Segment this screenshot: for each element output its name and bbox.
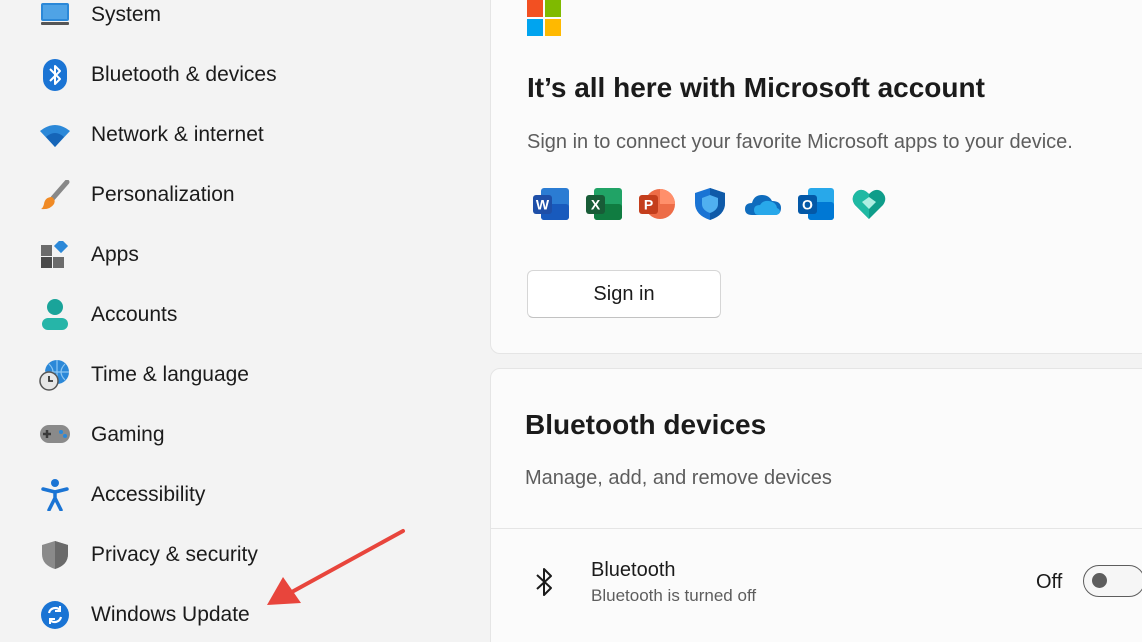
person-icon — [38, 298, 72, 332]
svg-text:W: W — [536, 197, 550, 213]
family-icon — [851, 186, 887, 222]
toggle-knob — [1092, 573, 1107, 588]
bluetooth-devices-subtitle: Manage, add, and remove devices — [525, 467, 832, 489]
apps-icon — [38, 238, 72, 272]
sidebar-item-label: Windows Update — [91, 603, 250, 626]
divider — [491, 528, 1142, 529]
sign-in-button[interactable]: Sign in — [527, 270, 721, 318]
bluetooth-toggle[interactable] — [1083, 565, 1142, 597]
system-icon — [38, 0, 72, 32]
sidebar-item-label: Network & internet — [91, 123, 264, 146]
sidebar-item-label: Privacy & security — [91, 543, 258, 566]
sidebar-item-accessibility[interactable]: Accessibility — [28, 471, 468, 519]
sidebar-item-label: Personalization — [91, 183, 235, 206]
word-icon: W — [533, 186, 569, 222]
paintbrush-icon — [38, 178, 72, 212]
sidebar: System Bluetooth & devices Network & int… — [0, 0, 490, 642]
sidebar-item-label: Accounts — [91, 303, 178, 326]
defender-icon — [692, 186, 728, 222]
bluetooth-row-title: Bluetooth — [591, 559, 676, 581]
svg-text:X: X — [591, 197, 601, 213]
app-icons-row: W X P O — [533, 186, 887, 222]
sidebar-item-privacy-security[interactable]: Privacy & security — [28, 531, 468, 579]
svg-text:P: P — [644, 197, 653, 213]
gamepad-icon — [38, 418, 72, 452]
sidebar-item-label: Gaming — [91, 423, 165, 446]
svg-text:O: O — [802, 197, 813, 213]
excel-icon: X — [586, 186, 622, 222]
sidebar-item-time-language[interactable]: Time & language — [28, 351, 468, 399]
sidebar-item-accounts[interactable]: Accounts — [28, 291, 468, 339]
sidebar-item-gaming[interactable]: Gaming — [28, 411, 468, 459]
sidebar-item-personalization[interactable]: Personalization — [28, 171, 468, 219]
sidebar-item-windows-update[interactable]: Windows Update — [28, 591, 468, 639]
shield-icon — [38, 538, 72, 572]
sidebar-item-network[interactable]: Network & internet — [28, 111, 468, 159]
bluetooth-icon — [38, 58, 72, 92]
bluetooth-icon — [533, 566, 557, 598]
wifi-icon — [38, 118, 72, 152]
sidebar-item-apps[interactable]: Apps — [28, 231, 468, 279]
toggle-state-label: Off — [1036, 571, 1063, 593]
sidebar-item-label: Apps — [91, 243, 139, 266]
bluetooth-row-status: Bluetooth is turned off — [591, 586, 757, 605]
accessibility-icon — [38, 478, 72, 512]
onedrive-icon — [745, 186, 781, 222]
sidebar-item-label: System — [91, 3, 162, 26]
sidebar-item-label: Bluetooth & devices — [91, 63, 277, 86]
sidebar-item-system[interactable]: System — [28, 0, 468, 39]
refresh-icon — [38, 598, 72, 632]
promo-title: It’s all here with Microsoft account — [527, 72, 985, 103]
microsoft-logo-icon — [527, 0, 561, 36]
powerpoint-icon: P — [639, 186, 675, 222]
sidebar-item-label: Accessibility — [91, 483, 206, 506]
promo-subtitle: Sign in to connect your favorite Microso… — [527, 131, 1073, 153]
globe-clock-icon — [38, 358, 72, 392]
outlook-icon: O — [798, 186, 834, 222]
sidebar-item-bluetooth-devices[interactable]: Bluetooth & devices — [28, 51, 468, 99]
bluetooth-devices-title: Bluetooth devices — [525, 409, 767, 440]
sidebar-item-label: Time & language — [91, 363, 249, 386]
